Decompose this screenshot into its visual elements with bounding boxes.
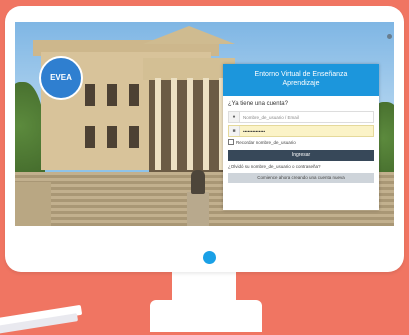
- building-portico: [143, 58, 235, 80]
- monitor: EVEA Entorno Virtual de Enseñanza Aprend…: [5, 6, 404, 272]
- login-header: Entorno Virtual de Enseñanza Aprendizaje: [223, 64, 379, 96]
- password-field[interactable]: ■ ••••••••••••••: [228, 125, 374, 137]
- corner-indicator: [387, 34, 392, 39]
- remember-checkbox[interactable]: [228, 139, 234, 145]
- building-window: [107, 126, 117, 148]
- password-value: ••••••••••••••: [243, 128, 266, 134]
- site-title-line2: Aprendizaje: [282, 80, 320, 87]
- building-column: [203, 78, 209, 170]
- building-column: [155, 78, 161, 170]
- monitor-screen: EVEA Entorno Virtual de Enseñanza Aprend…: [15, 22, 394, 226]
- login-panel: Entorno Virtual de Enseñanza Aprendizaje…: [223, 64, 379, 210]
- building-pediment: [143, 26, 235, 44]
- forgot-password-link[interactable]: ¿Olvidó su nombre_de_usuario o contraseñ…: [228, 164, 374, 169]
- user-icon: ●: [229, 112, 240, 122]
- username-field[interactable]: ● Nombre_de_usuario / Email: [228, 111, 374, 123]
- remember-label: Recordar nombre_de_usuario: [236, 139, 296, 145]
- statue-pedestal: [187, 192, 209, 226]
- building-window: [85, 84, 95, 106]
- site-title-line1: Entorno Virtual de Enseñanza: [254, 71, 348, 78]
- login-form: ¿Ya tiene una cuenta? ● Nombre_de_usuari…: [223, 96, 379, 187]
- monitor-stand-base: [150, 300, 262, 332]
- lock-icon: ■: [229, 126, 240, 136]
- power-indicator: [203, 251, 216, 264]
- building-column: [187, 78, 193, 170]
- statue: [191, 170, 205, 194]
- username-placeholder: Nombre_de_usuario / Email: [243, 114, 299, 120]
- building-window: [85, 126, 95, 148]
- building-window: [129, 126, 139, 148]
- remember-username[interactable]: Recordar nombre_de_usuario: [228, 139, 374, 145]
- create-account-button[interactable]: Comience ahora creando una cuenta nueva: [228, 173, 374, 183]
- side-wall: [15, 182, 51, 226]
- building-window: [107, 84, 117, 106]
- account-question: ¿Ya tiene una cuenta?: [228, 101, 288, 107]
- evea-logo: EVEA: [39, 56, 83, 100]
- building-column: [171, 78, 177, 170]
- login-button[interactable]: Ingresar: [228, 150, 374, 161]
- building-window: [129, 84, 139, 106]
